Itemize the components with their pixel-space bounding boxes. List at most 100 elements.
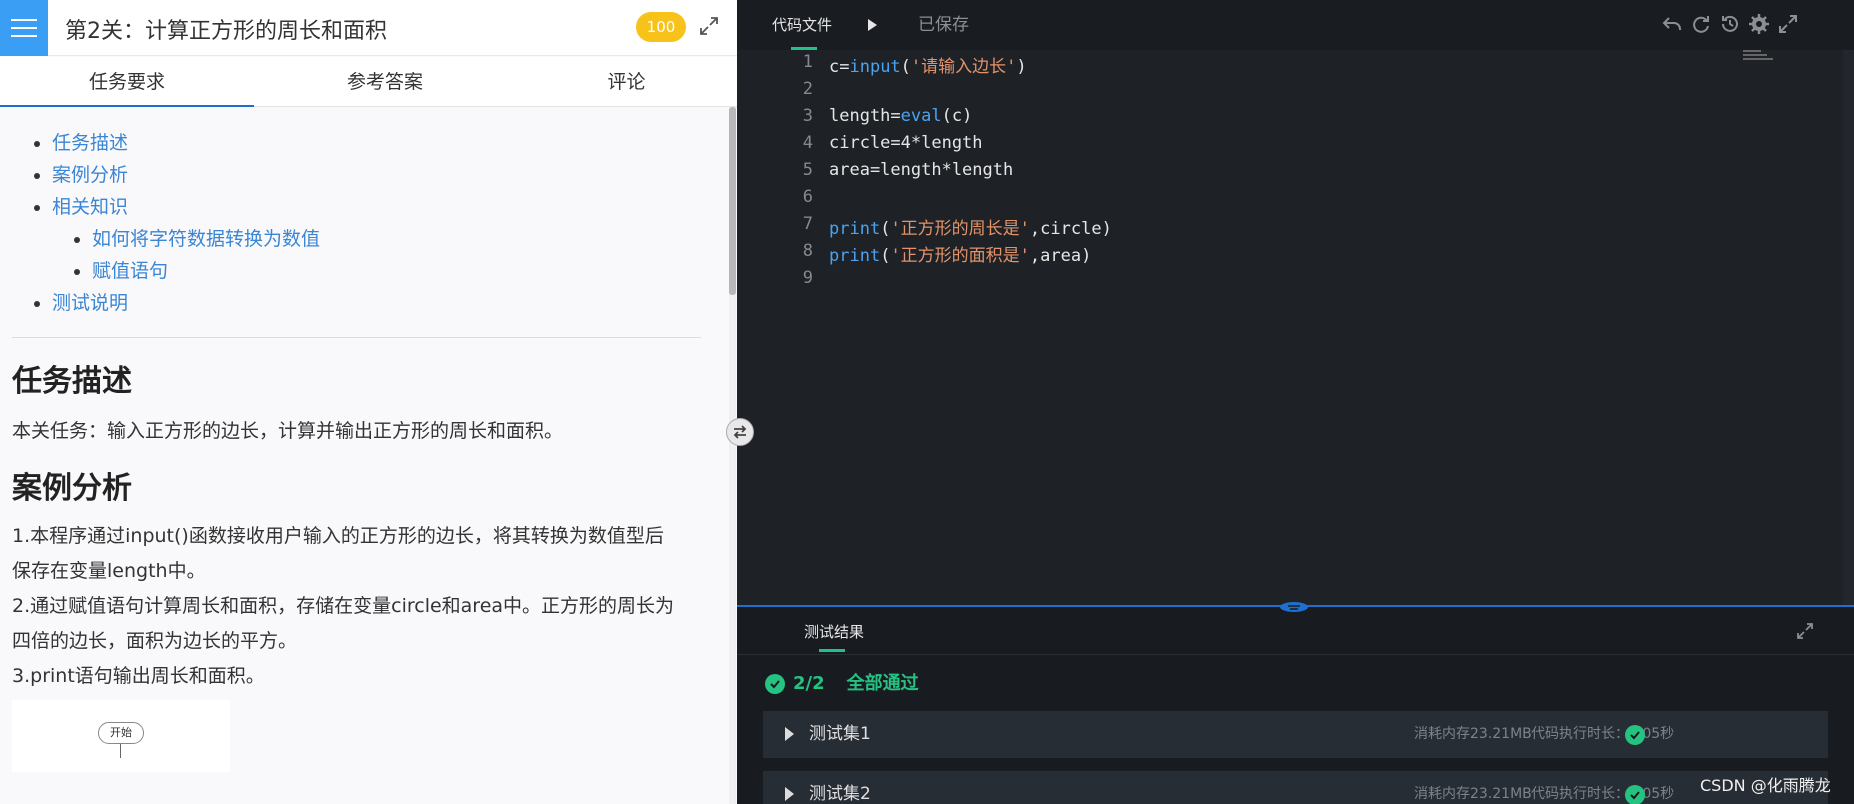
test-set-memory: 消耗内存23.21MB <box>1414 786 1532 802</box>
editor-toolbar: 代码文件 已保存 <box>737 0 1854 50</box>
code-line-7[interactable]: print('正方形的周长是',circle) <box>829 214 1112 239</box>
task-scrollbar[interactable] <box>729 107 736 804</box>
results-panel: 测试结果 2/2 全部通过 测试集1 消耗内存23.21MB 代码执行时长：0.… <box>737 602 1854 804</box>
test-set-name: 测试集1 <box>809 724 871 744</box>
code-token: ( <box>880 246 891 266</box>
code-token: ( <box>880 219 891 239</box>
gear-icon[interactable] <box>1748 13 1770 35</box>
code-line-3[interactable]: length=eval(c) <box>829 106 972 126</box>
pass-summary: 2/2 全部通过 <box>765 667 919 701</box>
toc-link-task[interactable]: 任务描述 <box>52 132 128 154</box>
code-token: (c) <box>941 106 973 126</box>
case-para-1a: 1.本程序通过input()函数接收用户输入的正方形的边长，将其转换为数值型后 <box>12 525 664 547</box>
code-editor[interactable]: 1 2 3 4 5 6 7 8 9 c=input('请输入边长') lengt… <box>737 50 1854 605</box>
toc-subitem: 赋值语句 <box>92 255 713 287</box>
code-token: print <box>829 219 881 239</box>
case-para-2a: 2.通过赋值语句计算周长和面积，存储在变量circle和area中。正方形的周长… <box>12 595 675 617</box>
flowchart-start-node: 开始 <box>98 722 144 744</box>
test-set-time: 代码执行时长：0.05秒 <box>1531 726 1675 742</box>
code-token: ( <box>900 57 911 77</box>
results-tab-indicator <box>819 649 845 652</box>
flowchart-arrow <box>120 744 121 758</box>
line-number: 1 <box>802 52 813 72</box>
code-token: '正方形的面积是' <box>890 246 1030 266</box>
history-icon[interactable] <box>1719 13 1741 35</box>
code-token: eval <box>900 106 942 126</box>
editor-panel: 代码文件 已保存 1 2 3 4 5 6 7 8 9 c=input('请输入边… <box>737 0 1854 804</box>
toc-link-assign[interactable]: 赋值语句 <box>92 260 168 282</box>
tab-test-results[interactable]: 测试结果 <box>804 621 864 642</box>
check-icon <box>765 674 785 694</box>
task-scrollbar-thumb[interactable] <box>729 107 736 295</box>
test-set-name: 测试集2 <box>809 784 871 804</box>
toc-link-test[interactable]: 测试说明 <box>52 292 128 314</box>
expand-icon[interactable] <box>698 15 720 37</box>
pass-count: 2/2 <box>793 673 825 694</box>
code-token: c= <box>829 57 850 77</box>
tab-comments[interactable]: 评论 <box>516 57 737 107</box>
check-icon <box>1625 785 1645 804</box>
watermark: CSDN @化雨腾龙 <box>1700 776 1831 795</box>
code-token: ,circle) <box>1029 219 1112 239</box>
task-text: 本关任务：输入正方形的边长，计算并输出正方形的周长和面积。 <box>12 420 564 442</box>
case-para-3: 3.print语句输出周长和面积。 <box>12 665 265 687</box>
fullscreen-icon[interactable] <box>1777 13 1799 35</box>
chevron-right-icon[interactable] <box>785 787 794 801</box>
swap-icon[interactable] <box>726 418 754 446</box>
flowchart-image: 开始 <box>12 700 230 772</box>
case-para-1b: 保存在变量length中。 <box>12 560 206 582</box>
resize-handle[interactable] <box>1277 599 1311 613</box>
line-number: 6 <box>802 187 813 207</box>
line-number: 3 <box>802 106 813 126</box>
test-set-memory: 消耗内存23.21MB <box>1414 726 1532 742</box>
table-of-contents: 任务描述 案例分析 相关知识 如何将字符数据转换为数值 赋值语句 测试说明 <box>52 127 713 319</box>
code-token: '请输入边长' <box>910 57 1017 77</box>
task-panel: 第2关：计算正方形的周长和面积 100 任务要求 参考答案 评论 任务描述 案例… <box>0 0 737 804</box>
toc-item: 相关知识 如何将字符数据转换为数值 赋值语句 <box>52 191 713 287</box>
level-title: 第2关：计算正方形的周长和面积 <box>65 19 387 44</box>
code-line-5[interactable]: area=length*length <box>829 160 1013 180</box>
code-line-8[interactable]: print('正方形的面积是',area) <box>829 241 1091 266</box>
test-set-row[interactable]: 测试集2 消耗内存23.21MB 代码执行时长：0.05秒 <box>763 771 1828 804</box>
toc-item: 任务描述 <box>52 127 713 159</box>
divider <box>12 337 701 338</box>
line-number: 5 <box>802 160 813 180</box>
code-line-4[interactable]: circle=4*length <box>829 133 983 153</box>
toc-link-knowledge[interactable]: 相关知识 <box>52 196 128 218</box>
toc-link-case[interactable]: 案例分析 <box>52 164 128 186</box>
code-token: ) <box>1016 57 1027 77</box>
chevron-right-icon[interactable] <box>785 727 794 741</box>
file-tab[interactable]: 代码文件 <box>772 0 832 50</box>
toc-item: 案例分析 <box>52 159 713 191</box>
save-status: 已保存 <box>918 15 969 35</box>
expand-icon[interactable] <box>1795 621 1815 641</box>
toc-item: 测试说明 <box>52 287 713 319</box>
undo-icon[interactable] <box>1661 13 1683 35</box>
task-content: 任务描述 案例分析 相关知识 如何将字符数据转换为数值 赋值语句 测试说明 任务… <box>0 107 725 804</box>
divider <box>737 654 1854 655</box>
test-set-row[interactable]: 测试集1 消耗内存23.21MB 代码执行时长：0.05秒 <box>763 711 1828 758</box>
code-token: ,area) <box>1029 246 1092 266</box>
play-icon[interactable] <box>863 16 881 34</box>
menu-icon[interactable] <box>0 0 48 56</box>
line-number: 7 <box>802 214 813 234</box>
task-tabs: 任务要求 参考答案 评论 <box>0 57 737 107</box>
line-number: 8 <box>802 241 813 261</box>
line-number: 2 <box>802 79 813 99</box>
task-header: 第2关：计算正方形的周长和面积 100 <box>0 0 737 56</box>
code-token: print <box>829 246 881 266</box>
code-minimap[interactable] <box>1743 50 1773 68</box>
code-token: length= <box>829 106 901 126</box>
toc-link-convert[interactable]: 如何将字符数据转换为数值 <box>92 228 320 250</box>
code-token: input <box>849 57 901 77</box>
line-number: 9 <box>802 268 813 288</box>
editor-scrollbar[interactable] <box>1843 50 1854 605</box>
code-token: '正方形的周长是' <box>890 219 1030 239</box>
case-para-2b: 四倍的边长，面积为边长的平方。 <box>12 630 298 652</box>
code-line-1[interactable]: c=input('请输入边长') <box>829 52 1027 77</box>
refresh-icon[interactable] <box>1690 13 1712 35</box>
test-set-time: 代码执行时长：0.05秒 <box>1531 786 1675 802</box>
toc-sublist: 如何将字符数据转换为数值 赋值语句 <box>92 223 713 287</box>
tab-task-requirements[interactable]: 任务要求 <box>0 57 254 107</box>
tab-reference-answer[interactable]: 参考答案 <box>254 57 516 107</box>
